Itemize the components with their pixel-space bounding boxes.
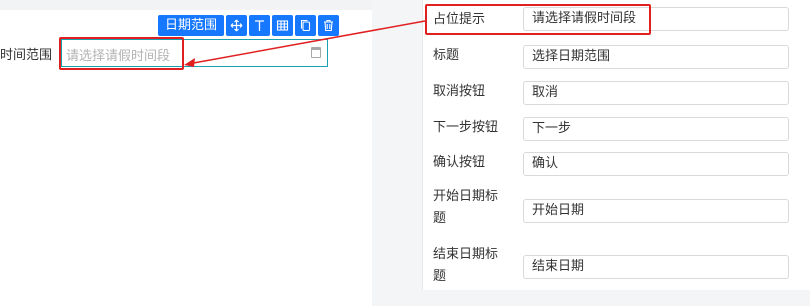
annotation-arrow xyxy=(184,20,426,67)
